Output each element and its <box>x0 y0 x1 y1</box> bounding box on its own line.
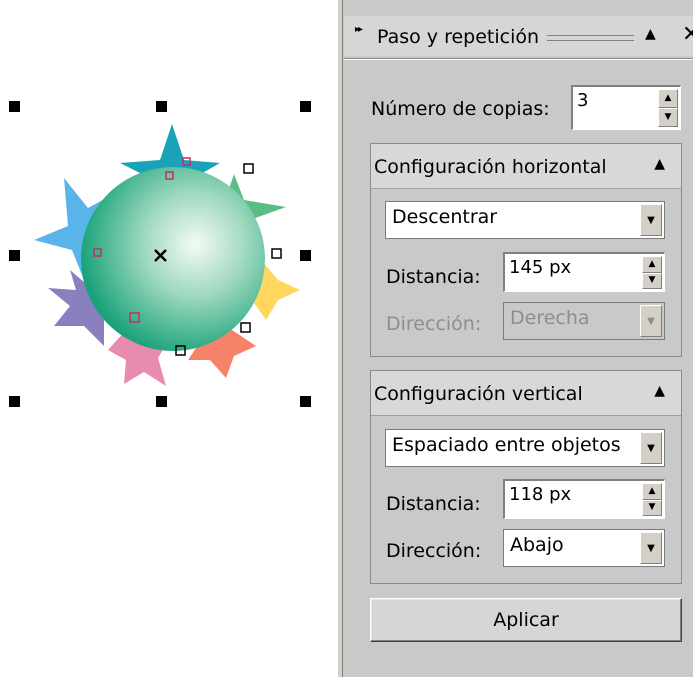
collapse-triangle-icon[interactable]: ▲ <box>654 156 665 172</box>
horizontal-distance-stepper[interactable]: 145 px ▲ ▼ <box>503 252 665 292</box>
node-marker <box>243 163 254 174</box>
handle-w <box>9 250 20 261</box>
handle-n <box>156 101 167 112</box>
vertical-mode-value: Espaciado entre objetos <box>392 434 621 456</box>
horizontal-direction-label: Dirección: <box>386 313 482 335</box>
vertical-direction-select[interactable]: Abajo ▼ <box>503 529 665 567</box>
gradient-sphere <box>81 167 265 351</box>
vertical-direction-label: Dirección: <box>386 540 482 562</box>
handle-ne <box>300 101 311 112</box>
vertical-settings-header[interactable]: Configuración vertical ▲ <box>371 371 681 416</box>
copies-stepper[interactable]: 3 ▲ ▼ <box>571 85 681 130</box>
spin-up-icon[interactable]: ▲ <box>642 256 662 273</box>
copies-label: Número de copias: <box>371 98 550 120</box>
chevron-down-icon: ▼ <box>640 305 662 337</box>
horizontal-distance-label: Distancia: <box>386 266 481 288</box>
horizontal-mode-value: Descentrar <box>392 206 498 228</box>
horizontal-distance-value[interactable]: 145 px <box>509 257 571 278</box>
node-marker <box>240 322 251 333</box>
apply-button[interactable]: Aplicar <box>370 598 682 642</box>
docker-titlebar[interactable]: ▸▸ Paso y repetición ▲ ✕ <box>344 16 693 56</box>
horizontal-direction-select: Derecha ▼ <box>503 302 665 340</box>
horizontal-direction-value: Derecha <box>510 307 590 329</box>
handle-s <box>156 396 167 407</box>
handle-sw <box>9 396 20 407</box>
handle-e <box>300 250 311 261</box>
vertical-distance-label: Distancia: <box>386 493 481 515</box>
docker-edge <box>342 0 343 677</box>
selected-object-graphic[interactable] <box>0 0 336 677</box>
chevron-down-icon[interactable]: ▼ <box>640 204 662 236</box>
horizontal-settings-header[interactable]: Configuración horizontal ▲ <box>371 144 681 189</box>
vertical-distance-stepper[interactable]: 118 px ▲ ▼ <box>503 479 665 519</box>
expand-arrows-icon[interactable]: ▸▸ <box>355 24 363 35</box>
vertical-settings-title: Configuración vertical <box>374 383 583 405</box>
spin-down-icon[interactable]: ▼ <box>658 108 678 127</box>
node-marker <box>271 248 282 259</box>
chevron-down-icon[interactable]: ▼ <box>640 532 662 564</box>
triangle-up-icon[interactable]: ▲ <box>645 26 656 42</box>
horizontal-mode-select[interactable]: Descentrar ▼ <box>385 201 665 239</box>
copies-value[interactable]: 3 <box>577 90 588 111</box>
spin-up-icon[interactable]: ▲ <box>658 89 678 108</box>
titlebar-grip[interactable] <box>547 35 634 41</box>
close-icon[interactable]: ✕ <box>682 22 693 47</box>
vertical-distance-value[interactable]: 118 px <box>509 484 571 505</box>
collapse-triangle-icon[interactable]: ▲ <box>654 383 665 399</box>
vertical-mode-select[interactable]: Espaciado entre objetos ▼ <box>385 429 665 467</box>
docker-title: Paso y repetición <box>377 26 540 48</box>
spin-down-icon[interactable]: ▼ <box>642 499 662 516</box>
vertical-distance-spin-buttons[interactable]: ▲ ▼ <box>642 483 662 516</box>
chevron-down-icon[interactable]: ▼ <box>640 432 662 464</box>
handle-se <box>300 396 311 407</box>
copies-spin-buttons[interactable]: ▲ ▼ <box>658 89 678 127</box>
horizontal-distance-spin-buttons[interactable]: ▲ ▼ <box>642 256 662 289</box>
drawing-canvas[interactable] <box>0 0 336 677</box>
horizontal-settings-title: Configuración horizontal <box>374 156 607 178</box>
divider <box>344 59 693 60</box>
spin-down-icon[interactable]: ▼ <box>642 272 662 289</box>
vertical-direction-value: Abajo <box>510 534 564 556</box>
spin-up-icon[interactable]: ▲ <box>642 483 662 500</box>
handle-nw <box>9 101 20 112</box>
